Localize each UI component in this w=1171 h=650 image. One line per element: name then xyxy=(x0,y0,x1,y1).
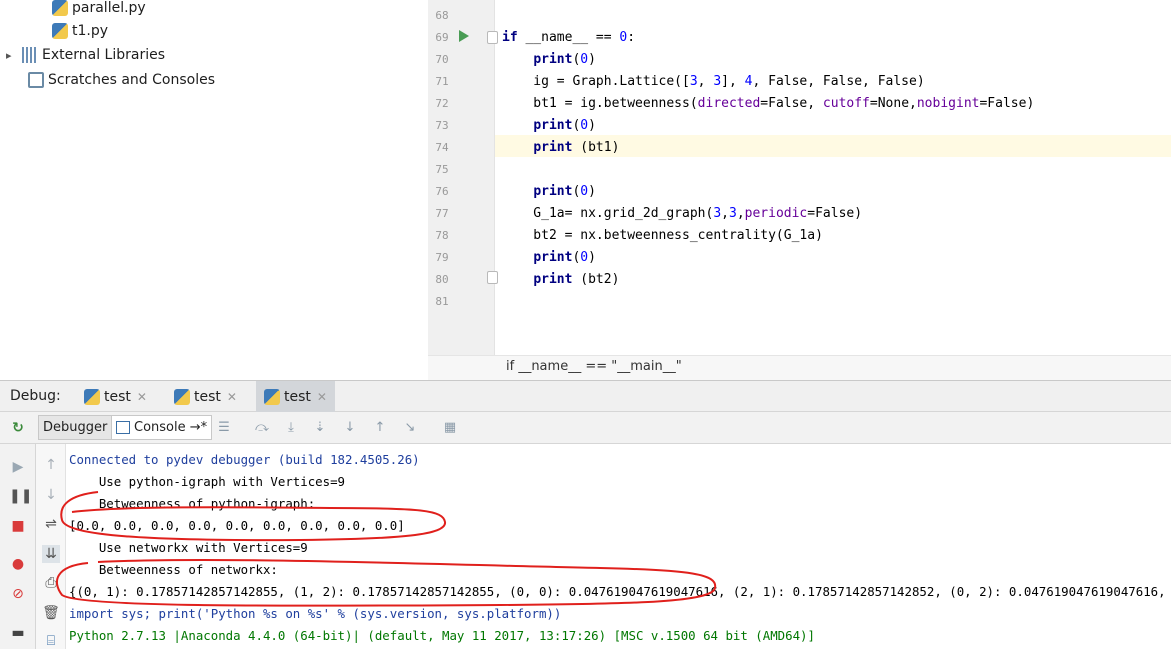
code-line: print(0) xyxy=(533,250,596,265)
view-breakpoints-icon[interactable]: ● xyxy=(9,555,27,573)
python-run-config-icon xyxy=(264,388,280,405)
code-line: G_1a= nx.grid_2d_graph(3,3,periodic=Fals… xyxy=(502,206,863,221)
tree-item-label: Scratches and Consoles xyxy=(48,72,215,88)
tab-console[interactable]: Console →* xyxy=(111,415,213,440)
code-line: print (bt2) xyxy=(533,272,620,287)
console-line: Use networkx with Vertices=9 xyxy=(69,540,308,555)
menu-icon[interactable]: ☰ xyxy=(216,420,232,436)
library-icon xyxy=(22,47,38,63)
python-console-icon[interactable]: ⌸ xyxy=(42,632,60,650)
line-number: 74 xyxy=(435,141,449,154)
code-line: print(0) xyxy=(533,184,596,199)
step-over-icon[interactable]: ⤓ xyxy=(283,420,299,436)
code-line: print(0) xyxy=(533,52,596,67)
code-line: print (bt1) xyxy=(533,140,620,155)
run-to-cursor-icon[interactable]: ↘ xyxy=(402,420,418,436)
step-into-my-code-icon[interactable]: ↓ xyxy=(342,420,358,436)
tree-item-scratches[interactable]: Scratches and Consoles xyxy=(28,69,215,91)
code-line: bt1 = ig.betweenness(directed=False, cut… xyxy=(502,96,1035,111)
code-line: bt2 = nx.betweenness_centrality(G_1a) xyxy=(502,228,823,243)
line-number: 75 xyxy=(435,163,449,176)
debug-tab-label: test xyxy=(194,388,221,405)
tree-item-t1-py[interactable]: t1.py xyxy=(52,20,108,42)
close-icon[interactable]: ✕ xyxy=(227,390,237,404)
console-line: Betweenness of networkx: xyxy=(69,562,278,577)
breadcrumb[interactable]: if __name__ == "__main__" xyxy=(428,355,1171,380)
down-arrow-icon[interactable]: ↓ xyxy=(42,486,60,504)
scratches-icon xyxy=(28,72,44,88)
line-number: 81 xyxy=(435,295,449,308)
breadcrumb-item[interactable]: if __name__ == "__main__" xyxy=(506,359,682,374)
console-actions-strip: ↑ ↓ ⇌ ⇊ ⎙ 🗑 ⌸ xyxy=(36,444,66,649)
fold-icon[interactable] xyxy=(487,271,498,284)
show-execution-point-icon[interactable]: ⤼ xyxy=(254,420,270,436)
evaluate-expression-icon[interactable]: ▦ xyxy=(442,420,458,436)
tab-label: Debugger xyxy=(43,420,108,435)
line-number: 79 xyxy=(435,251,449,264)
console-line: Connected to pydev debugger (build 182.4… xyxy=(69,452,420,467)
python-file-icon xyxy=(52,23,68,39)
tab-label: Console →* xyxy=(134,420,208,435)
console-line: [0.0, 0.0, 0.0, 0.0, 0.0, 0.0, 0.0, 0.0,… xyxy=(69,518,405,533)
tab-debugger[interactable]: Debugger xyxy=(38,415,113,440)
debug-tool-header: Debug: test ✕ test ✕ test ✕ xyxy=(0,380,1171,412)
tree-item-label: t1.py xyxy=(72,23,109,39)
line-number: 68 xyxy=(435,9,449,22)
code-line: print(0) xyxy=(533,118,596,133)
debug-tab[interactable]: test ✕ xyxy=(166,381,245,412)
console-line: {(0, 1): 0.17857142857142855, (1, 2): 0.… xyxy=(69,584,1171,599)
pause-icon[interactable]: ❚❚ xyxy=(9,487,32,505)
soft-wrap-icon[interactable]: ⇌ xyxy=(42,515,60,533)
stop-icon[interactable]: ■ xyxy=(9,517,27,535)
console-line: Python 2.7.13 |Anaconda 4.4.0 (64-bit)| … xyxy=(69,628,815,643)
step-into-icon[interactable]: ⇣ xyxy=(312,420,328,436)
fold-icon[interactable] xyxy=(487,31,498,44)
console-line: import sys; print('Python %s on %s' % (s… xyxy=(69,606,562,621)
up-arrow-icon[interactable]: ↑ xyxy=(42,456,60,474)
chevron-right-icon[interactable]: ▸ xyxy=(6,49,16,62)
debug-tab-active[interactable]: test ✕ xyxy=(256,381,335,412)
debug-label: Debug: xyxy=(10,388,61,404)
debug-tab[interactable]: test ✕ xyxy=(76,381,155,412)
line-number: 80 xyxy=(435,273,449,286)
debug-actions-strip: ▶ ❚❚ ■ ● ⊘ ▬ xyxy=(0,444,36,649)
code-line: if __name__ == 0: xyxy=(502,30,636,45)
console-line: Use python-igraph with Vertices=9 xyxy=(69,474,346,489)
trash-icon[interactable]: 🗑 xyxy=(42,604,60,622)
tree-item-parallel-py[interactable]: parallel.py xyxy=(52,0,146,19)
debug-tab-label: test xyxy=(104,388,131,405)
console-output[interactable]: Connected to pydev debugger (build 182.4… xyxy=(66,444,1171,649)
line-number: 76 xyxy=(435,185,449,198)
line-number: 69 xyxy=(435,31,449,44)
code-line: ig = Graph.Lattice([3, 3], 4, False, Fal… xyxy=(502,74,925,89)
line-number: 70 xyxy=(435,53,449,66)
resume-icon[interactable]: ▶ xyxy=(9,458,27,476)
line-number: 78 xyxy=(435,229,449,242)
tree-item-label: parallel.py xyxy=(72,0,146,16)
mute-breakpoints-icon[interactable]: ⊘ xyxy=(9,585,27,603)
line-number: 77 xyxy=(435,207,449,220)
debug-tab-label: test xyxy=(284,388,311,405)
print-icon[interactable]: ⎙ xyxy=(42,574,60,592)
tree-item-label: External Libraries xyxy=(42,47,165,63)
scroll-to-end-icon[interactable]: ⇊ xyxy=(42,545,60,563)
python-run-config-icon xyxy=(84,388,100,405)
project-tree: parallel.py t1.py ▸ External Libraries S… xyxy=(0,0,428,380)
python-file-icon xyxy=(52,0,68,16)
console-line: Betweenness of python-igraph: xyxy=(69,496,316,511)
close-icon[interactable]: ✕ xyxy=(317,390,327,404)
settings-icon[interactable]: ▬ xyxy=(9,624,27,642)
step-out-icon[interactable]: ↑ xyxy=(372,420,388,436)
close-icon[interactable]: ✕ xyxy=(137,390,147,404)
run-icon[interactable] xyxy=(459,30,469,42)
console-icon xyxy=(116,421,130,434)
line-number: 72 xyxy=(435,97,449,110)
rerun-icon[interactable]: ↻ xyxy=(9,419,27,437)
line-number: 71 xyxy=(435,75,449,88)
debug-toolbar: ↻ Debugger Console →* ☰ ⤼ ⤓ ⇣ ↓ ↑ ↘ ▦ xyxy=(0,412,1171,444)
python-run-config-icon xyxy=(174,388,190,405)
code-editor[interactable] xyxy=(495,0,1171,355)
line-number: 73 xyxy=(435,119,449,132)
tree-item-external-libraries[interactable]: ▸ External Libraries xyxy=(6,44,165,66)
